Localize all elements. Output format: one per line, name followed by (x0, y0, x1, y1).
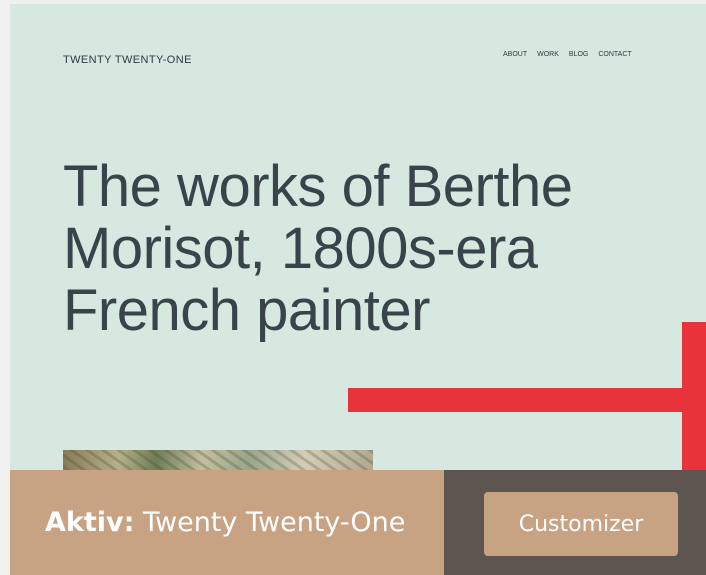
active-theme-text: Aktiv: Twenty Twenty-One (45, 507, 405, 538)
nav-item-about[interactable]: ABOUT (503, 51, 527, 58)
active-label: Aktiv: (45, 507, 135, 538)
active-theme-panel: Aktiv: Twenty Twenty-One (10, 470, 444, 575)
site-nav: ABOUT WORK BLOG CONTACT (503, 51, 632, 58)
nav-item-blog[interactable]: BLOG (569, 51, 588, 58)
headline-line-2: Morisot, 1800s-era (63, 216, 538, 281)
nav-item-contact[interactable]: CONTACT (598, 51, 631, 58)
headline-line-1: The works of Berthe (63, 154, 573, 219)
red-arrow-icon (348, 322, 706, 482)
active-theme-name: Twenty Twenty-One (143, 507, 406, 538)
customizer-button[interactable]: Customizer (484, 492, 678, 556)
theme-footer: Aktiv: Twenty Twenty-One Customizer (10, 470, 706, 575)
site-title: TWENTY TWENTY-ONE (63, 54, 192, 66)
headline: The works of Berthe Morisot, 1800s-era F… (63, 156, 693, 342)
theme-actions: Customizer (444, 470, 706, 575)
nav-item-work[interactable]: WORK (537, 51, 559, 58)
